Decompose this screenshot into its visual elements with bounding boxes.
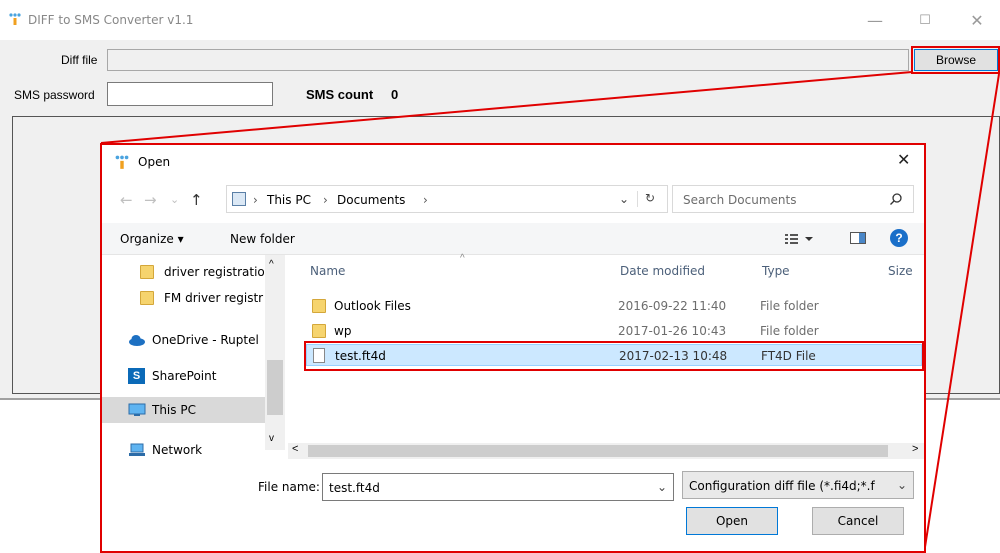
diff-file-field[interactable] (107, 49, 909, 71)
column-name[interactable]: Name (310, 264, 345, 278)
file-type-dropdown-icon[interactable]: ⌄ (897, 478, 907, 492)
minimize-button[interactable]: — (855, 8, 895, 34)
file-date: 2017-02-13 10:48 (619, 349, 728, 363)
refresh-icon[interactable]: ↻ (645, 191, 655, 205)
file-name-value: test.ft4d (329, 481, 380, 495)
navigation-pane: driver registratio FM driver registr One… (102, 255, 285, 457)
cancel-button[interactable]: Cancel (812, 507, 904, 535)
nav-scroll-thumb[interactable] (267, 360, 283, 415)
app-logo-icon (8, 12, 22, 26)
computer-icon (128, 403, 146, 420)
help-icon[interactable]: ? (890, 229, 908, 247)
browse-button[interactable]: Browse (914, 49, 998, 71)
address-divider (637, 191, 638, 207)
close-button[interactable]: ✕ (957, 8, 997, 34)
column-size[interactable]: Size (888, 264, 913, 278)
scroll-up-icon[interactable]: ^ (269, 259, 274, 270)
recent-locations-icon[interactable]: ⌄ (170, 193, 179, 206)
nav-scrollbar[interactable]: ^ v (265, 255, 285, 450)
open-button[interactable]: Open (686, 507, 778, 535)
file-type: FT4D File (761, 349, 816, 363)
cloud-icon (128, 333, 146, 350)
open-dialog: Open ✕ ← → ⌄ ↑ › This PC › Documents › ⌄… (100, 143, 926, 553)
back-arrow-icon[interactable]: ← (120, 191, 133, 209)
nav-item-fm-driver-registration[interactable]: FM driver registr (102, 285, 265, 311)
preview-pane-icon[interactable] (850, 231, 866, 248)
file-name: test.ft4d (335, 349, 386, 363)
dialog-close-button[interactable]: ✕ (897, 150, 910, 169)
app-title: DIFF to SMS Converter v1.1 (28, 13, 194, 27)
scroll-left-icon[interactable]: < (292, 443, 298, 455)
forward-arrow-icon[interactable]: → (144, 191, 157, 209)
maximize-button[interactable]: ☐ (905, 8, 945, 34)
column-type[interactable]: Type (762, 264, 790, 278)
up-arrow-icon[interactable]: ↑ (190, 191, 203, 209)
file-type: File folder (760, 324, 819, 338)
column-date-modified[interactable]: Date modified (620, 264, 705, 278)
breadcrumb-sep-icon: › (323, 193, 328, 207)
file-icon (313, 348, 325, 363)
sms-count-label: SMS count (306, 87, 374, 102)
search-input[interactable]: Search Documents (683, 193, 796, 207)
file-row-selected[interactable]: test.ft4d 2017-02-13 10:48 FT4D File (306, 344, 922, 366)
sms-password-label: SMS password (14, 88, 95, 102)
folder-icon (140, 265, 154, 279)
search-box[interactable]: Search Documents (672, 185, 914, 213)
nav-item-network[interactable]: Network (102, 437, 265, 463)
file-list-header: ^ Name Date modified Type Size (288, 253, 924, 285)
file-row[interactable]: wp 2017-01-26 10:43 File folder (302, 320, 924, 342)
file-date: 2017-01-26 10:43 (618, 324, 727, 338)
file-row[interactable]: Outlook Files 2016-09-22 11:40 File fold… (302, 295, 924, 317)
address-bar[interactable]: › This PC › Documents › ⌄ ↻ (226, 185, 668, 213)
nav-item-label: FM driver registr (164, 291, 264, 305)
sharepoint-icon: S (128, 368, 145, 384)
hscroll-thumb[interactable] (308, 445, 888, 457)
file-type-select[interactable]: Configuration diff file (*.fi4d;*.f ⌄ (682, 471, 914, 499)
nav-item-label: This PC (152, 403, 196, 417)
scroll-down-icon[interactable]: v (269, 433, 274, 444)
folder-icon (140, 291, 154, 305)
file-date: 2016-09-22 11:40 (618, 299, 727, 313)
app-titlebar: DIFF to SMS Converter v1.1 — ☐ ✕ (0, 0, 1000, 40)
address-dropdown-icon[interactable]: ⌄ (619, 192, 629, 206)
organize-button[interactable]: Organize ▾ (120, 232, 184, 246)
file-name: Outlook Files (334, 299, 411, 313)
breadcrumb-documents[interactable]: Documents (337, 193, 405, 207)
file-name-label: File name: (258, 480, 320, 494)
nav-item-onedrive[interactable]: OneDrive - Ruptel (102, 327, 265, 353)
breadcrumb-sep-icon: › (423, 193, 428, 207)
new-folder-button[interactable]: New folder (230, 232, 295, 246)
file-name: wp (334, 324, 352, 338)
file-type-value: Configuration diff file (*.fi4d;*.f (689, 479, 875, 493)
folder-icon (312, 324, 326, 338)
folder-icon (312, 299, 326, 313)
sort-arrow-icon: ^ (460, 253, 465, 264)
file-name-dropdown-icon[interactable]: ⌄ (657, 480, 667, 494)
nav-item-label: OneDrive - Ruptel (152, 333, 259, 347)
nav-item-label: driver registratio (164, 265, 264, 279)
diff-file-label: Diff file (61, 53, 98, 67)
breadcrumb-this-pc[interactable]: This PC (267, 193, 311, 207)
view-options-icon[interactable] (785, 232, 815, 249)
dialog-title: Open (138, 155, 171, 169)
file-name-input[interactable]: test.ft4d ⌄ (322, 473, 674, 501)
pc-icon (232, 192, 246, 206)
dialog-logo-icon (114, 154, 130, 170)
nav-item-this-pc[interactable]: This PC (102, 397, 265, 423)
nav-item-driver-registration[interactable]: driver registratio (102, 259, 265, 285)
breadcrumb-sep-icon: › (253, 193, 258, 207)
nav-item-label: Network (152, 443, 203, 457)
search-icon[interactable] (889, 192, 903, 209)
network-icon (128, 443, 146, 460)
sms-count-value: 0 (391, 87, 399, 102)
dialog-toolbar: Organize ▾ New folder ? (102, 223, 924, 255)
file-type: File folder (760, 299, 819, 313)
nav-item-sharepoint[interactable]: S SharePoint (102, 363, 265, 389)
scroll-right-icon[interactable]: > (912, 443, 918, 455)
file-list-hscrollbar[interactable]: < > (288, 443, 924, 459)
nav-item-label: SharePoint (152, 369, 217, 383)
sms-password-field[interactable] (107, 82, 273, 106)
